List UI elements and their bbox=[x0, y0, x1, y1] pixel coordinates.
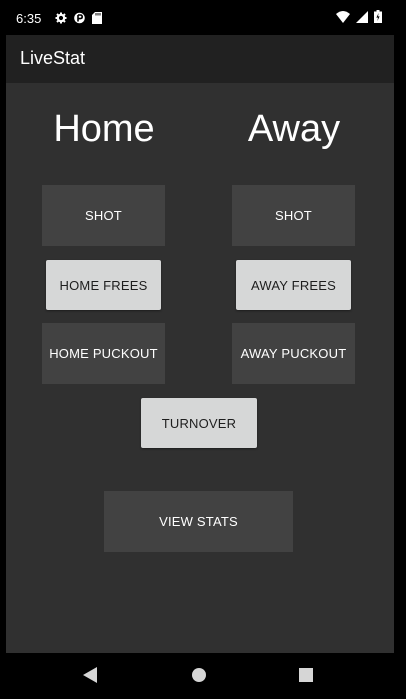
p-icon bbox=[74, 11, 85, 29]
away-shot-button[interactable]: SHOT bbox=[232, 185, 355, 246]
navigation-bar bbox=[0, 653, 406, 699]
status-time: 6:35 bbox=[16, 11, 42, 26]
home-team-label: Home bbox=[53, 108, 155, 150]
signal-icon bbox=[356, 10, 368, 28]
sd-card-icon bbox=[92, 11, 102, 29]
home-icon[interactable] bbox=[191, 667, 207, 688]
app-bar: LiveStat bbox=[6, 35, 394, 83]
status-bar: 6:35 bbox=[0, 0, 406, 35]
recents-icon[interactable] bbox=[299, 668, 313, 687]
turnover-button[interactable]: TURNOVER bbox=[141, 398, 257, 448]
frame-edge-right bbox=[400, 0, 406, 699]
home-shot-button[interactable]: SHOT bbox=[42, 185, 165, 246]
status-icons-left bbox=[55, 11, 102, 29]
gear-icon bbox=[55, 11, 67, 29]
away-puckout-button[interactable]: AWAY PUCKOUT bbox=[232, 323, 355, 384]
back-icon[interactable] bbox=[83, 667, 97, 688]
away-team-label: Away bbox=[247, 108, 341, 150]
view-stats-button[interactable]: VIEW STATS bbox=[104, 491, 293, 552]
away-frees-button[interactable]: AWAY FREES bbox=[236, 260, 351, 310]
home-frees-button[interactable]: HOME FREES bbox=[46, 260, 161, 310]
home-puckout-button[interactable]: HOME PUCKOUT bbox=[42, 323, 165, 384]
app-title: LiveStat bbox=[20, 48, 86, 68]
status-icons-right bbox=[336, 10, 382, 28]
battery-charging-icon bbox=[374, 10, 382, 28]
wifi-icon bbox=[336, 10, 350, 28]
